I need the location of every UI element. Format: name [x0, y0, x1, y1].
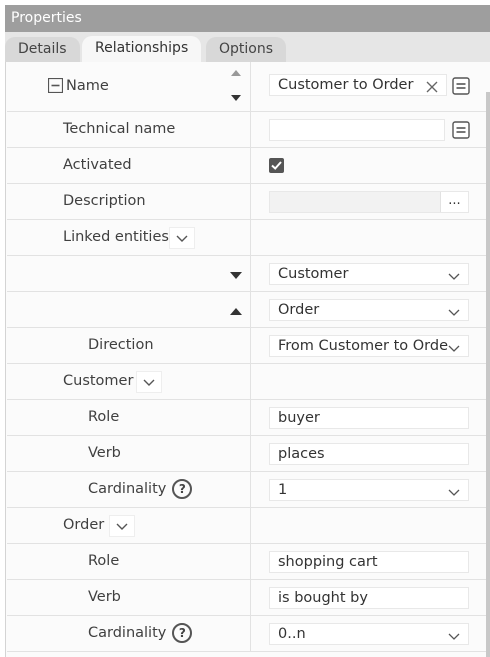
order-role-input[interactable]: shopping cart: [269, 551, 469, 573]
technical-name-input[interactable]: [269, 119, 445, 141]
order-verb-label: Verb: [88, 589, 121, 605]
linked-entities-toggle[interactable]: [169, 227, 195, 249]
direction-label: Direction: [88, 337, 154, 353]
row-linked-entities: Linked entities: [7, 220, 490, 256]
chevron-down-icon: [448, 304, 460, 316]
name-label: Name: [66, 78, 109, 94]
tab-details[interactable]: Details: [5, 37, 80, 62]
properties-panel: Name Customer to Order Technical name Ac…: [5, 62, 490, 657]
name-value: Customer to Order: [278, 77, 414, 93]
vertical-scrollbar[interactable]: [486, 92, 490, 657]
equals-box-icon[interactable]: [452, 77, 470, 95]
customer-verb-input[interactable]: places: [269, 443, 469, 465]
order-role-label: Role: [88, 553, 120, 569]
row-customer-role: Role buyer: [7, 400, 490, 436]
help-icon[interactable]: ?: [172, 623, 193, 643]
entity-customer-select[interactable]: Customer: [269, 263, 469, 285]
row-direction: Direction From Customer to Order: [7, 328, 490, 364]
customer-verb-label: Verb: [88, 445, 121, 461]
tab-relationships[interactable]: Relationships: [82, 36, 202, 62]
chevron-down-icon: [448, 628, 460, 640]
tab-options[interactable]: Options: [206, 37, 287, 62]
customer-group-label: Customer: [63, 373, 134, 389]
order-cardinality-select[interactable]: 0..n: [269, 623, 469, 645]
help-icon[interactable]: ?: [172, 479, 193, 499]
customer-cardinality-label: Cardinality: [88, 481, 167, 497]
row-entity-order: Order: [7, 292, 490, 328]
technical-name-label: Technical name: [63, 121, 176, 137]
name-input[interactable]: Customer to Order: [269, 74, 447, 96]
customer-group-toggle[interactable]: [136, 371, 162, 393]
triangle-up-icon[interactable]: [229, 305, 247, 323]
more-button[interactable]: ...: [440, 192, 468, 212]
panel-title: Properties: [5, 5, 490, 32]
order-group-label: Order: [63, 517, 105, 533]
triangle-up-icon[interactable]: [229, 66, 247, 84]
customer-role-label: Role: [88, 409, 120, 425]
order-verb-input[interactable]: is bought by: [269, 587, 469, 609]
row-activated: Activated: [7, 148, 490, 184]
row-customer-cardinality: Cardinality? 1: [7, 472, 490, 508]
triangle-down-icon[interactable]: [229, 269, 247, 287]
order-cardinality-label: Cardinality: [88, 625, 167, 641]
row-customer-verb: Verb places: [7, 436, 490, 472]
row-order-verb: Verb is bought by: [7, 580, 490, 616]
description-input[interactable]: ...: [269, 191, 469, 213]
entity-order-select[interactable]: Order: [269, 299, 469, 321]
row-description: Description ...: [7, 184, 490, 220]
direction-select[interactable]: From Customer to Order: [269, 335, 469, 357]
linked-entities-label: Linked entities: [63, 229, 169, 245]
tab-strip: Details Relationships Options: [5, 32, 490, 62]
row-order-cardinality: Cardinality? 0..n: [7, 616, 490, 652]
row-entity-customer: Customer: [7, 256, 490, 292]
activated-label: Activated: [63, 157, 132, 173]
row-name: Name Customer to Order: [7, 62, 490, 112]
equals-box-icon[interactable]: [452, 121, 470, 139]
row-customer-group: Customer: [7, 364, 490, 400]
activated-checkbox[interactable]: [269, 158, 284, 173]
row-order-role: Role shopping cart: [7, 544, 490, 580]
description-label: Description: [63, 193, 146, 209]
chevron-down-icon: [448, 340, 460, 352]
minus-square-icon[interactable]: [47, 77, 66, 96]
customer-cardinality-select[interactable]: 1: [269, 479, 469, 501]
row-technical-name: Technical name: [7, 112, 490, 148]
triangle-down-icon[interactable]: [229, 91, 247, 109]
order-group-toggle[interactable]: [109, 515, 135, 537]
chevron-down-icon: [448, 268, 460, 280]
customer-role-input[interactable]: buyer: [269, 407, 469, 429]
close-icon[interactable]: [426, 79, 438, 93]
row-order-group: Order: [7, 508, 490, 544]
chevron-down-icon: [448, 484, 460, 496]
